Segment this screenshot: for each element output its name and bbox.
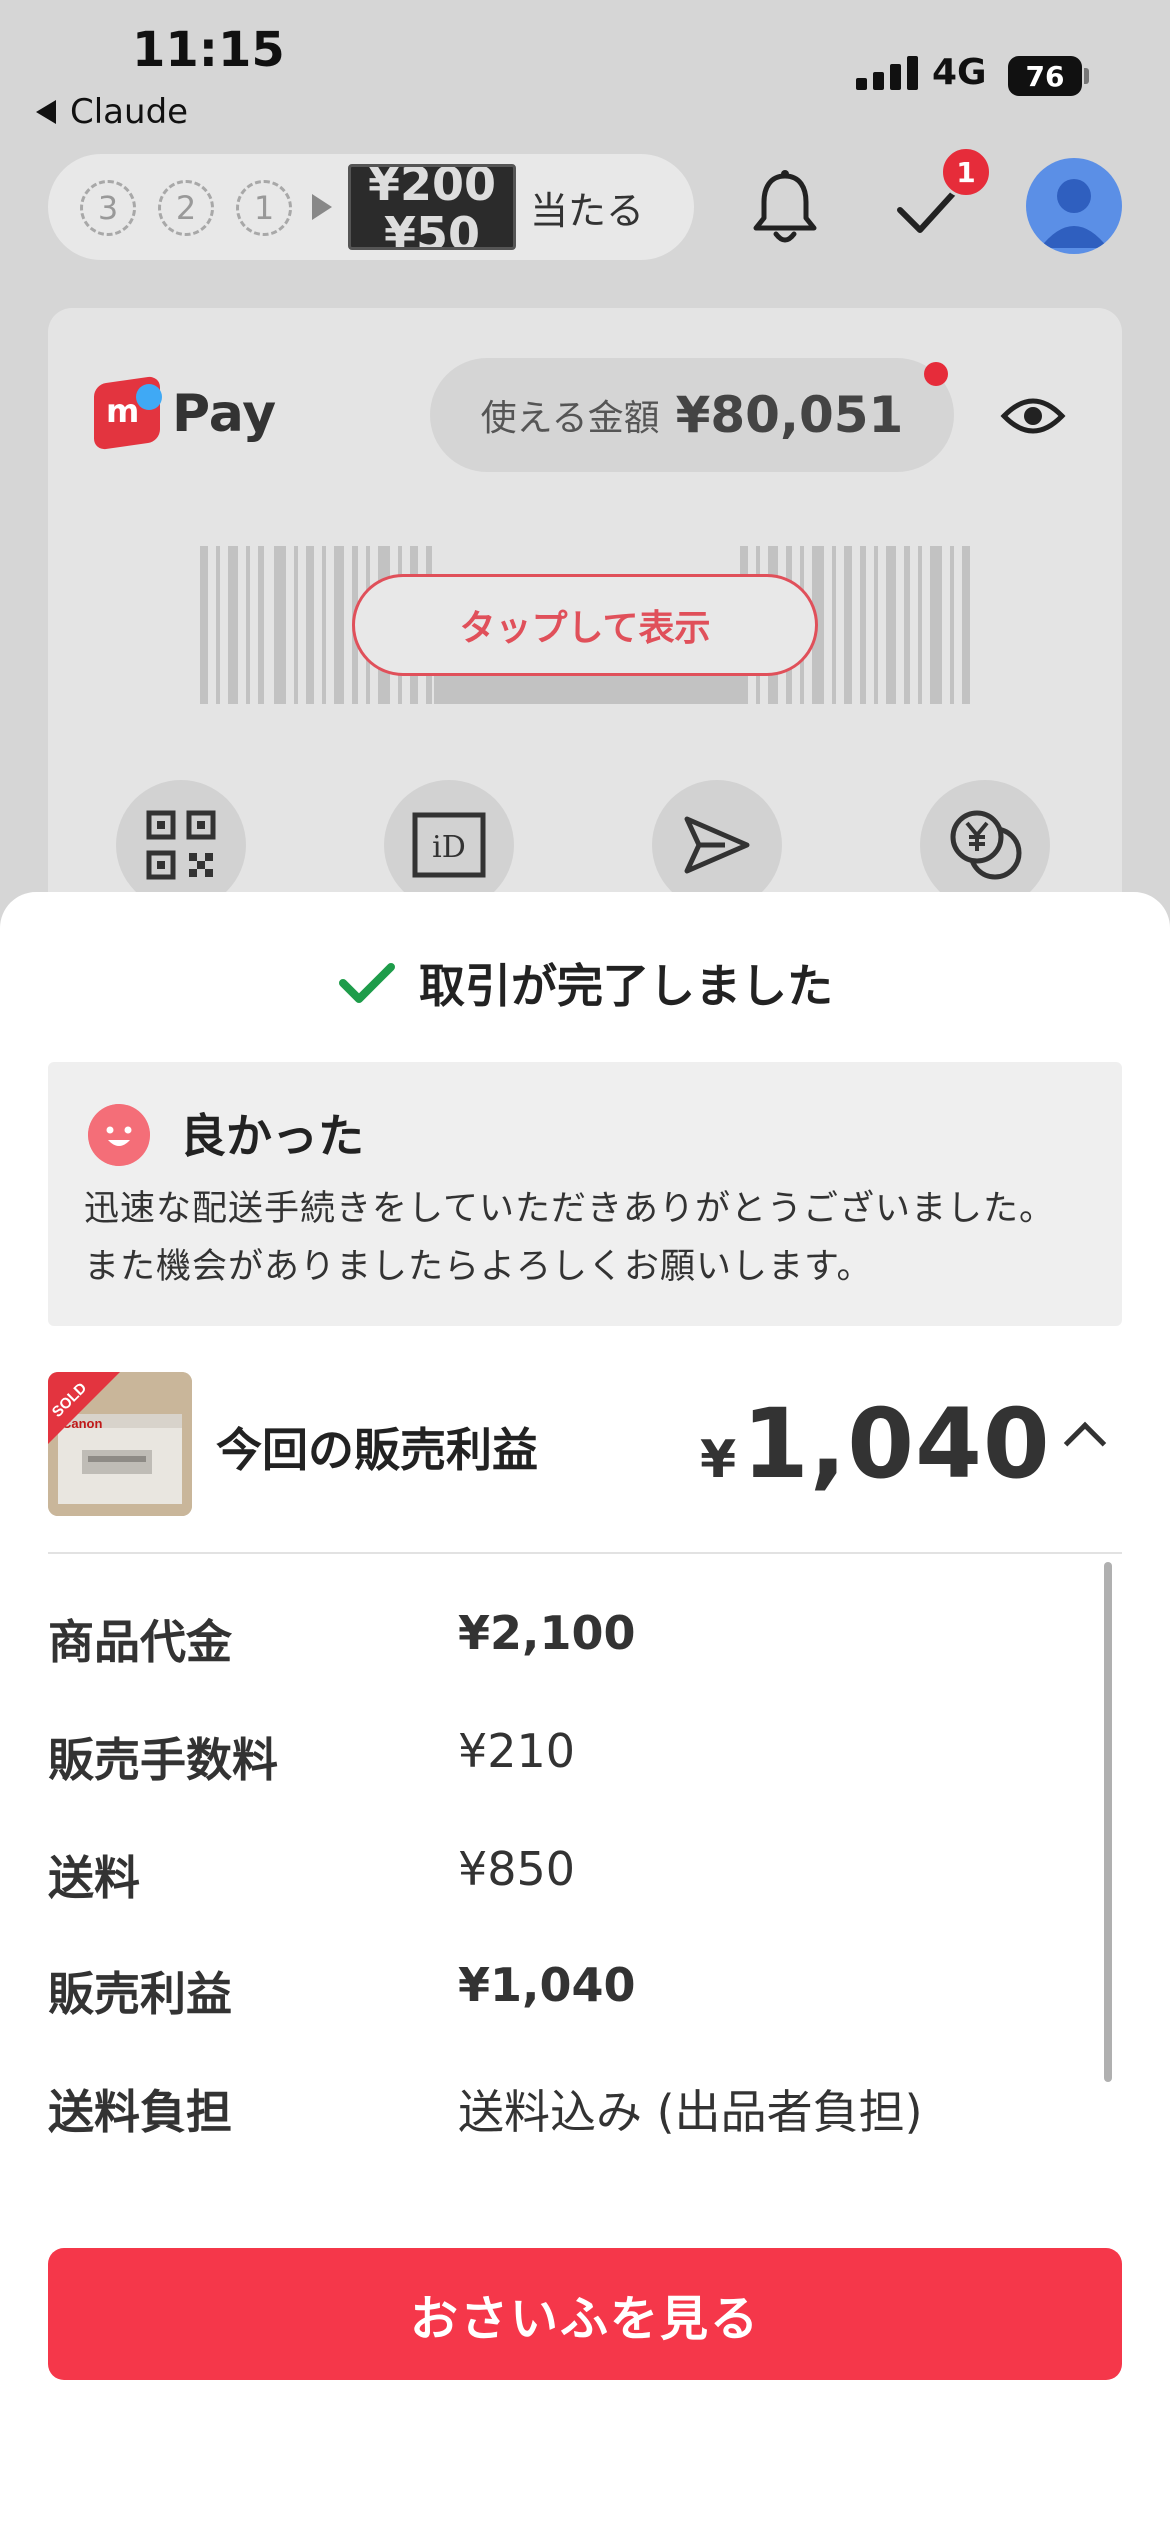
send-icon (684, 816, 750, 874)
qr-code-button[interactable] (116, 780, 246, 910)
row-value-sales-fee: ¥210 (458, 1724, 576, 1778)
merpay-logo-text: Pay (172, 384, 277, 444)
notification-dot (924, 362, 948, 386)
product-photo: Canon SOLD (48, 1372, 192, 1516)
ticket-amount-top: ¥200 (367, 164, 497, 211)
cellular-signal-icon (856, 56, 918, 90)
merpay-logo-dot (136, 384, 162, 410)
promo-ticket: ¥200 ¥50 (348, 164, 516, 250)
qr-code-icon (146, 810, 216, 880)
bell-icon[interactable] (748, 168, 822, 248)
tap-to-show-button[interactable]: タップして表示 (352, 574, 818, 676)
row-label-shipping-payer: 送料負担 (48, 2085, 232, 2139)
scrollbar[interactable] (1104, 1562, 1112, 2082)
back-to-app[interactable]: Claude (36, 92, 188, 132)
coins-button[interactable] (920, 780, 1050, 910)
row-value-shipping-payer: 送料込み (出品者負担) (458, 2085, 923, 2139)
row-label-sales-fee: 販売手数料 (48, 1733, 278, 1787)
item-thumbnail[interactable]: Canon SOLD (48, 1372, 192, 1516)
row-label-shipping: 送料 (48, 1851, 140, 1905)
coins-icon (950, 810, 1022, 880)
row-value-profit: ¥1,040 (458, 1958, 636, 2012)
review-comment: 迅速な配送手続きをしていただきありがとうございました。また機会がありましたらよろ… (84, 1189, 1055, 1287)
promo-step: 3 (80, 180, 136, 236)
promo-step: 2 (158, 180, 214, 236)
row-value-item-price: ¥2,100 (458, 1606, 636, 1660)
promo-step: 1 (236, 180, 292, 236)
todo-badge: 1 (940, 146, 992, 198)
sheet-header: 取引が完了しました (0, 950, 1170, 1016)
smiley-icon (88, 1104, 150, 1166)
send-button[interactable] (652, 780, 782, 910)
back-app-label: Claude (70, 92, 189, 132)
divider (48, 1552, 1122, 1554)
promo-label: 当たる (530, 189, 645, 233)
back-arrow-icon (36, 100, 56, 124)
row-label-item-price: 商品代金 (48, 1615, 232, 1669)
balance-label: 使える金額 (480, 398, 660, 439)
view-wallet-button[interactable]: おさいふを見る (48, 2248, 1122, 2380)
balance-pill[interactable]: 使える金額 ¥80,051 (430, 358, 954, 472)
battery-indicator: 76 (1008, 56, 1082, 96)
id-payment-button[interactable]: iD (384, 780, 514, 910)
row-label-profit: 販売利益 (48, 1967, 232, 2021)
eye-icon[interactable] (1000, 390, 1066, 442)
svg-text:iD: iD (432, 830, 466, 865)
play-arrow-icon (312, 194, 332, 220)
ticket-amount-bottom: ¥50 (383, 207, 481, 250)
row-value-shipping: ¥850 (458, 1842, 576, 1896)
id-icon: iD (412, 812, 486, 878)
user-icon (1040, 179, 1108, 248)
profit-amount: 1,040 (742, 1388, 1051, 1500)
profit-currency: ¥ (700, 1430, 737, 1490)
check-icon (339, 963, 395, 1003)
avatar[interactable] (1026, 158, 1122, 254)
merpay-logo-mark: m (106, 392, 140, 430)
network-type: 4G (932, 52, 987, 93)
battery-cap (1084, 68, 1089, 84)
profit-label: 今回の販売利益 (216, 1423, 538, 1477)
review-rating: 良かった (180, 1109, 364, 1163)
status-time: 11:15 (132, 22, 285, 78)
balance-amount: ¥80,051 (675, 386, 904, 444)
sheet-title: 取引が完了しました (419, 959, 833, 1013)
